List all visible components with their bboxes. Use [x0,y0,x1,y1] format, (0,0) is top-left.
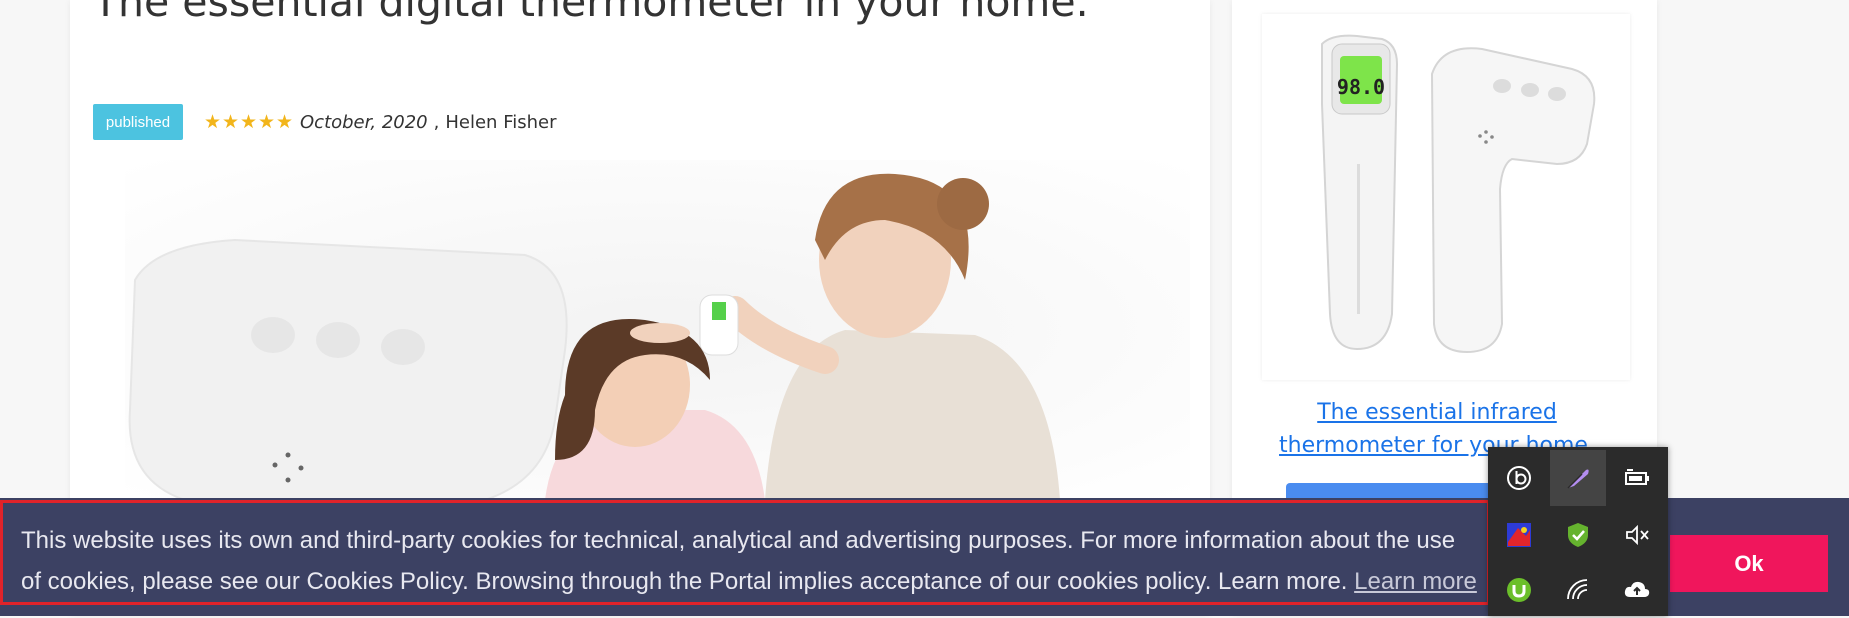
color-app-icon[interactable] [1491,507,1547,563]
hero-illustration [125,160,1190,500]
system-tray-flyout [1488,447,1668,616]
cookie-ok-button[interactable]: Ok [1670,535,1828,592]
star-icon: ★ [258,111,276,133]
learn-more-link[interactable]: Learn more [1354,568,1477,595]
star-icon: ★ [204,111,222,133]
feather-pen-icon[interactable] [1550,450,1606,506]
thermometer-reading: 98.0 [1337,75,1385,99]
cookie-message-container: This website uses its own and third-part… [21,520,1481,602]
beats-icon[interactable] [1491,450,1547,506]
star-icon: ★ [240,111,258,133]
article-title: The essential digital thermometer in you… [93,0,1089,26]
article-author: Helen Fisher [445,111,557,133]
article-meta: ★ ★ ★ ★ ★ October, 2020 , Helen Fisher [204,106,557,138]
wifi-icon[interactable] [1550,562,1606,618]
battery-icon[interactable] [1609,450,1665,506]
speaker-muted-icon[interactable] [1609,507,1665,563]
cloud-upload-icon[interactable] [1609,562,1665,618]
utorrent-icon[interactable] [1491,562,1547,618]
infrared-thermometer-illustration: 98.0 [1321,34,1596,354]
article-date: October, 2020 [300,111,428,133]
star-icon: ★ [222,111,240,133]
security-check-icon[interactable] [1550,507,1606,563]
author-separator: , [433,111,440,133]
status-badge: published [93,104,183,140]
product-image[interactable]: 98.0 [1262,14,1630,380]
rating-stars: ★ ★ ★ ★ ★ [204,111,294,133]
hero-image [125,160,1190,500]
star-icon: ★ [276,111,294,133]
cookie-message: This website uses its own and third-part… [21,527,1456,595]
